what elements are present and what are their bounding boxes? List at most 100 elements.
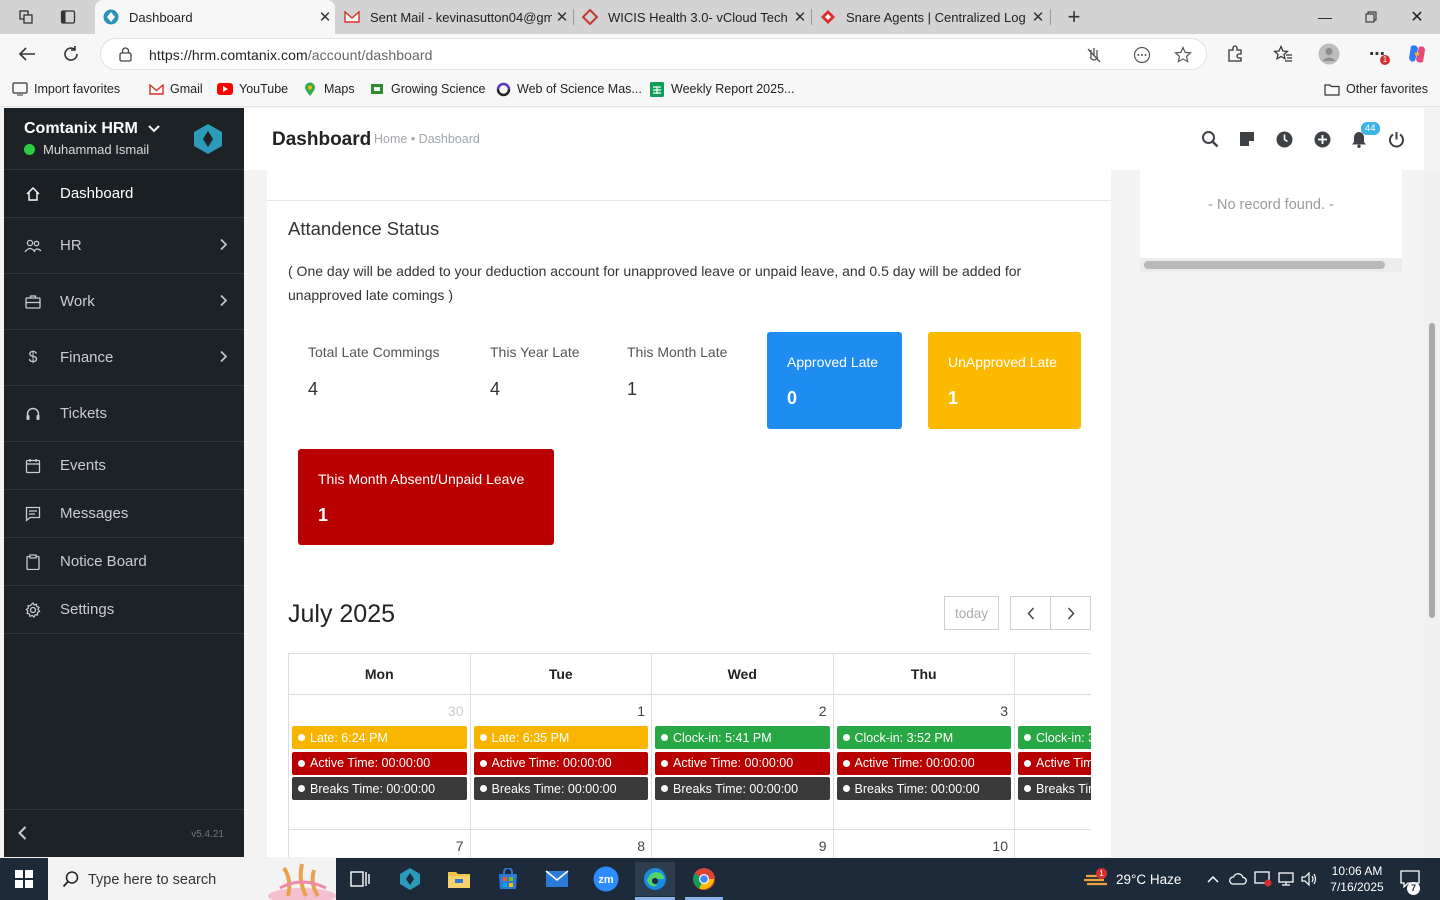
calendar-event[interactable]: Late: 6:35 PM (473, 726, 648, 749)
calendar-day-cell[interactable]: 10 (834, 830, 1015, 857)
favorite-other[interactable]: Other favorites (1324, 82, 1428, 96)
calendar-day-cell[interactable]: 8 (471, 830, 652, 857)
cloud-sync-icon[interactable] (1228, 866, 1248, 892)
calendar-day-cell[interactable]: 7 (289, 830, 471, 857)
tracking-prevention-icon[interactable] (1083, 45, 1105, 65)
back-arrow-icon[interactable] (14, 42, 40, 66)
comtanix-logo-icon[interactable] (192, 123, 224, 155)
calendar-event[interactable]: Breaks Tim (1018, 777, 1091, 800)
horizontal-scrollbar[interactable] (1140, 258, 1402, 272)
calendar-event[interactable]: Breaks Time: 00:00:00 (292, 777, 467, 800)
clock-icon[interactable] (1273, 128, 1295, 150)
tab-wicis-health[interactable]: WICIS Health 3.0- vCloud Tech ✕ (574, 0, 810, 34)
calendar-day-cell[interactable]: 9 (652, 830, 834, 857)
calendar-event[interactable]: Active Time: 00:00:00 (655, 751, 830, 775)
copilot-icon[interactable] (1404, 42, 1430, 66)
calendar-event[interactable]: Active Time: 00:00:00 (292, 751, 467, 775)
microsoft-store-icon[interactable] (494, 866, 522, 892)
tab-dashboard[interactable]: Dashboard ✕ (95, 0, 335, 34)
zoom-app-icon[interactable]: zm (592, 866, 620, 892)
refresh-icon[interactable] (58, 42, 84, 66)
chevron-up-icon[interactable] (1202, 866, 1224, 892)
network-icon[interactable] (1276, 866, 1296, 892)
system-clock[interactable]: 10:06 AM 7/16/2025 (1326, 863, 1388, 895)
file-explorer-icon[interactable] (445, 866, 473, 892)
tab-snare-agents[interactable]: Snare Agents | Centralized Log Co ✕ (812, 0, 1048, 34)
sidebar-item-dashboard[interactable]: Dashboard (4, 170, 244, 218)
favorite-gmail[interactable]: Gmail (148, 82, 203, 96)
favorite-star-icon[interactable] (1172, 45, 1194, 65)
sidebar-item-notice-board[interactable]: Notice Board (4, 538, 244, 586)
favorites-list-icon[interactable] (1270, 42, 1296, 66)
close-tab-icon[interactable]: ✕ (552, 8, 572, 26)
sidebar-item-finance[interactable]: $ Finance (4, 330, 244, 386)
calendar-day-cell[interactable]: 2 Clock-in: 5:41 PM Active Time: 00:00:00 B… (652, 695, 834, 830)
calendar-event[interactable]: Late: 6:24 PM (292, 726, 467, 749)
favorite-import[interactable]: Import favorites (12, 82, 120, 96)
close-tab-icon[interactable]: ✕ (1028, 8, 1048, 26)
calendar-event[interactable]: Active Time (1018, 751, 1091, 775)
more-options-circle-icon[interactable] (1131, 45, 1153, 65)
weather-text[interactable]: 29°C Haze (1116, 872, 1181, 887)
sidebar-item-events[interactable]: Events (4, 442, 244, 490)
favorite-growing-science[interactable]: Growing Science (369, 82, 486, 96)
calendar-event[interactable]: Breaks Time: 00:00:00 (836, 777, 1011, 800)
lock-icon[interactable] (119, 47, 132, 67)
minimize-icon[interactable]: — (1302, 0, 1348, 34)
edge-browser-icon[interactable] (635, 862, 675, 896)
vertical-scrollbar[interactable] (1424, 170, 1440, 857)
extensions-icon[interactable] (1222, 42, 1248, 66)
calendar-day-cell[interactable]: Clock-in: 3 Active Time Breaks Tim (1015, 695, 1091, 830)
collapse-sidebar-icon[interactable] (18, 826, 27, 845)
calendar-event[interactable]: Breaks Time: 00:00:00 (655, 777, 830, 800)
sidebar-item-settings[interactable]: Settings (4, 586, 244, 634)
tab-actions-icon[interactable] (56, 6, 80, 28)
favorite-maps[interactable]: Maps (302, 82, 355, 96)
favorite-web-of-science[interactable]: Web of Science Mas... (495, 82, 642, 96)
absent-unpaid-box[interactable]: This Month Absent/Unpaid Leave 1 (298, 449, 554, 545)
brand-switcher[interactable]: Comtanix HRM (24, 120, 160, 138)
search-icon[interactable] (1199, 128, 1221, 150)
sidebar-item-work[interactable]: Work (4, 274, 244, 330)
windows-start-icon[interactable] (0, 858, 48, 900)
chrome-icon[interactable] (690, 866, 718, 892)
favorite-weekly-report[interactable]: Weekly Report 2025... (649, 81, 794, 97)
approved-late-box[interactable]: Approved Late 0 (767, 332, 902, 429)
tab-sent-mail[interactable]: Sent Mail - kevinasutton04@gma ✕ (336, 0, 572, 34)
scrollbar-thumb[interactable] (1144, 261, 1385, 269)
sidebar-item-messages[interactable]: Messages (4, 490, 244, 538)
calendar-event[interactable]: Clock-in: 3:52 PM (836, 726, 1011, 749)
close-tab-icon[interactable]: ✕ (790, 8, 810, 26)
favorite-youtube[interactable]: YouTube (217, 82, 288, 96)
new-tab-icon[interactable]: + (1062, 4, 1086, 29)
profile-avatar-icon[interactable] (1316, 42, 1342, 66)
task-view-icon[interactable] (346, 866, 374, 892)
mail-icon[interactable] (543, 866, 571, 892)
add-circle-icon[interactable] (1311, 128, 1333, 150)
unapproved-late-box[interactable]: UnApproved Late 1 (928, 332, 1081, 429)
breadcrumb[interactable]: Home • Dashboard (374, 132, 480, 146)
power-icon[interactable] (1385, 128, 1407, 150)
today-button[interactable]: today (944, 596, 999, 630)
url-bar[interactable]: https://hrm.comtanix.com/account/dashboa… (100, 38, 1207, 70)
calendar-day-cell[interactable]: 1 Late: 6:35 PM Active Time: 00:00:00 Break… (470, 695, 652, 830)
comtanix-app-icon[interactable] (396, 866, 424, 892)
workspaces-icon[interactable] (14, 6, 38, 28)
taskbar-search[interactable]: Type here to search (48, 858, 336, 900)
sidebar-item-tickets[interactable]: Tickets (4, 386, 244, 442)
calendar-event[interactable]: Active Time: 00:00:00 (473, 751, 648, 775)
sticky-note-icon[interactable] (1236, 128, 1258, 150)
calendar-event[interactable]: Breaks Time: 00:00:00 (473, 777, 648, 800)
calendar-event[interactable]: Active Time: 00:00:00 (836, 751, 1011, 775)
close-window-icon[interactable]: ✕ (1394, 0, 1440, 34)
calendar-day-cell[interactable]: 30 Late: 6:24 PM Active Time: 00:00:00 Brea… (289, 695, 471, 830)
next-month-button[interactable] (1050, 596, 1091, 630)
calendar-day-cell[interactable] (1015, 830, 1091, 857)
sidebar-item-hr[interactable]: HR (4, 218, 244, 274)
volume-icon[interactable] (1298, 866, 1320, 892)
calendar-event[interactable]: Clock-in: 5:41 PM (655, 726, 830, 749)
security-alert-icon[interactable] (1252, 866, 1274, 892)
close-tab-icon[interactable]: ✕ (315, 8, 335, 26)
scrollbar-thumb[interactable] (1429, 323, 1435, 618)
prev-month-button[interactable] (1010, 596, 1051, 630)
